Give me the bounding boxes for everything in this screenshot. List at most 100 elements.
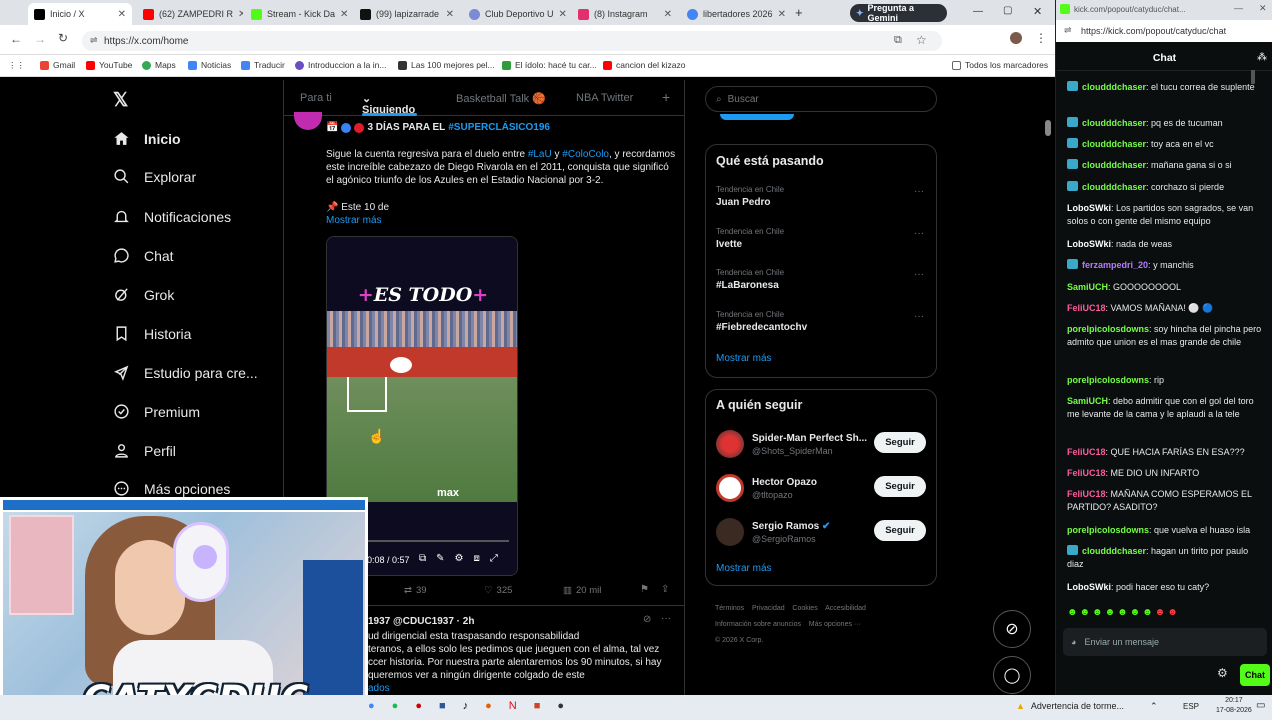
chrome-icon[interactable]: ● bbox=[368, 700, 375, 712]
bookmark-mejores[interactable]: Las 100 mejores pel... bbox=[398, 60, 495, 70]
gemini-button[interactable]: ✦ Pregunta a Gemini bbox=[850, 3, 947, 23]
chat-username[interactable]: LoboSWki bbox=[1067, 203, 1111, 213]
follow-suggestion[interactable]: Sergio Ramos ✔ @SergioRamos bbox=[716, 518, 830, 546]
emoji-icon[interactable]: ◕ bbox=[1071, 637, 1076, 647]
more-icon[interactable]: ··· bbox=[661, 613, 671, 624]
spotify-icon[interactable]: ● bbox=[392, 700, 399, 712]
browser-tab-kick[interactable]: Stream - Kick Da ✕ bbox=[245, 3, 351, 25]
footer-line[interactable]: Términos Privacidad Cookies Accesibilida… bbox=[715, 601, 866, 617]
retweet-button[interactable]: ⇄ 39 bbox=[404, 585, 427, 596]
fullscreen-icon[interactable]: ⤢ bbox=[490, 553, 498, 564]
browser-tab-tiktok[interactable]: (99) lapizarrade ✕ bbox=[354, 3, 460, 25]
bookmark-traducir[interactable]: Traducir bbox=[241, 60, 285, 70]
chat-fab[interactable]: ◯ bbox=[993, 656, 1031, 694]
chat-username[interactable]: cloudddchaser bbox=[1082, 182, 1146, 192]
bookmark-noticias[interactable]: Noticias bbox=[188, 60, 231, 70]
show-more-link[interactable]: Mostrar más bbox=[326, 214, 382, 227]
bookmark-idolo[interactable]: El ídolo: hacé tu car... bbox=[502, 60, 597, 70]
settings-icon[interactable]: ⚙ bbox=[1217, 666, 1228, 680]
trend-item[interactable]: Tendencia en Chile #Fiebredecantochv bbox=[716, 310, 807, 333]
language-indicator[interactable]: ESP bbox=[1183, 702, 1199, 711]
more-icon[interactable]: ··· bbox=[914, 269, 924, 280]
more-icon[interactable]: ··· bbox=[914, 186, 924, 197]
hashtag-link[interactable]: #SUPERCLÁSICO196 bbox=[448, 121, 550, 134]
show-more-link[interactable]: Mostrar más bbox=[716, 353, 772, 364]
minimize-button[interactable]: — bbox=[1234, 3, 1243, 13]
popout-url[interactable]: https://kick.com/popout/catyduc/chat bbox=[1081, 26, 1226, 36]
chat-username[interactable]: cloudddchaser bbox=[1082, 118, 1146, 128]
like-button[interactable]: ♡ 325 bbox=[484, 585, 512, 596]
add-tab-button[interactable]: + bbox=[662, 89, 670, 105]
chat-username[interactable]: SamiUCH bbox=[1067, 282, 1108, 292]
trend-item[interactable]: Tendencia en Chile Ivette bbox=[716, 227, 784, 250]
url-field[interactable]: ⇌ https://x.com/home ⧉ ☆ bbox=[82, 31, 942, 51]
chat-username[interactable]: ferzampedri_20 bbox=[1082, 260, 1148, 270]
tray-chevron-icon[interactable]: ⌃ bbox=[1150, 701, 1158, 712]
tiktok-icon[interactable]: ♪ bbox=[463, 700, 469, 712]
follow-suggestion[interactable]: Hector Opazo @tltopazo bbox=[716, 474, 817, 502]
browser-tab-google[interactable]: libertadores 2026 ✕ bbox=[681, 3, 787, 25]
browser-tab-x[interactable]: Inicio / X ✕ bbox=[28, 3, 132, 25]
captions-icon[interactable]: ⧉ bbox=[419, 553, 426, 564]
close-icon[interactable]: ✕ bbox=[778, 9, 786, 20]
star-icon[interactable]: ☆ bbox=[916, 33, 927, 47]
nav-more[interactable]: Más opciones bbox=[113, 480, 230, 497]
chat-username[interactable]: FeliUC18 bbox=[1067, 303, 1106, 313]
follow-suggestion[interactable]: Spider-Man Perfect Sh... @Shots_SpiderMan bbox=[716, 430, 867, 458]
tab-following[interactable]: Siguiendo ⌄ bbox=[362, 92, 415, 116]
chat-username[interactable]: FeliUC18 bbox=[1067, 489, 1106, 499]
bookmark-icon[interactable]: ⚑ bbox=[640, 584, 649, 595]
bookmark-gmail[interactable]: Gmail bbox=[40, 60, 75, 70]
weather-widget[interactable]: ▲ Advertencia de torme... bbox=[1016, 701, 1124, 711]
maximize-button[interactable]: ▢ bbox=[1003, 5, 1012, 16]
reload-icon[interactable]: ↻ bbox=[58, 31, 68, 45]
chat-username[interactable]: LoboSWki bbox=[1067, 239, 1111, 249]
scrollbar[interactable] bbox=[1045, 120, 1051, 136]
chat-username[interactable]: LoboSWki bbox=[1067, 582, 1111, 592]
browser-tab-club[interactable]: Club Deportivo U ✕ bbox=[463, 3, 569, 25]
hashtag-link[interactable]: #ColoColo bbox=[562, 149, 609, 160]
nav-chat[interactable]: Chat bbox=[113, 247, 174, 264]
emote-icon[interactable]: ☻☻☻☻☻☻☻ bbox=[1067, 607, 1155, 618]
nav-home[interactable]: Inicio bbox=[113, 130, 181, 147]
grok-icon[interactable]: ⊘ bbox=[643, 614, 651, 625]
word-icon[interactable]: ■ bbox=[439, 700, 446, 712]
pen-icon[interactable]: ✎ bbox=[436, 553, 444, 564]
forward-icon[interactable]: → bbox=[34, 32, 46, 46]
show-more-link[interactable]: Mostrar más bbox=[716, 563, 772, 574]
close-icon[interactable]: ✕ bbox=[446, 9, 454, 20]
nav-bookmarks[interactable]: Historia bbox=[113, 325, 191, 342]
search-input[interactable]: ⌕ Buscar bbox=[705, 86, 937, 112]
chat-username[interactable]: FeliUC18 bbox=[1067, 447, 1106, 457]
firefox-icon[interactable]: ● bbox=[485, 700, 492, 712]
chat-username[interactable]: porelpicolosdowns bbox=[1067, 324, 1149, 334]
bookmark-maps[interactable]: Maps bbox=[142, 60, 176, 70]
footer-line[interactable]: Información sobre anuncios Más opciones … bbox=[715, 617, 866, 633]
nav-creator-studio[interactable]: Estudio para cre... bbox=[113, 364, 258, 381]
netflix-icon[interactable]: N bbox=[509, 700, 517, 712]
close-icon[interactable]: ✕ bbox=[664, 9, 672, 20]
hashtag-link[interactable]: #LaU bbox=[528, 149, 552, 160]
x-logo-icon[interactable]: 𝕏 bbox=[113, 89, 128, 112]
views-button[interactable]: ▥ 20 mil bbox=[563, 585, 601, 596]
chat-username[interactable]: porelpicolosdowns bbox=[1067, 525, 1149, 535]
browser-tab-instagram[interactable]: (8) Instagram ✕ bbox=[572, 3, 678, 25]
share-icon[interactable]: ⇪ bbox=[661, 584, 669, 595]
new-tab-button[interactable]: + bbox=[795, 5, 803, 20]
settings-icon[interactable]: ⚙ bbox=[455, 553, 464, 564]
bookmark-youtube[interactable]: YouTube bbox=[86, 60, 132, 70]
close-icon[interactable]: ✕ bbox=[340, 9, 348, 20]
tab-nba-twitter[interactable]: NBA Twitter bbox=[576, 92, 633, 104]
tab-for-you[interactable]: Para ti bbox=[300, 92, 332, 104]
back-icon[interactable]: ← bbox=[10, 32, 22, 46]
extension-icon[interactable]: ⧉ bbox=[894, 34, 902, 47]
trend-item[interactable]: Tendencia en Chile Juan Pedro bbox=[716, 185, 784, 208]
clock[interactable]: 20:17 17-08-2026 bbox=[1216, 696, 1252, 716]
close-icon[interactable]: ✕ bbox=[559, 9, 567, 20]
close-window-button[interactable]: ✕ bbox=[1033, 5, 1042, 18]
chat-username[interactable]: FeliUC18 bbox=[1067, 468, 1106, 478]
grok-fab[interactable]: ⊘ bbox=[993, 610, 1031, 648]
close-icon[interactable]: ✕ bbox=[118, 9, 126, 20]
send-chat-button[interactable]: Chat bbox=[1240, 664, 1270, 686]
follow-button[interactable]: Seguir bbox=[874, 476, 926, 497]
